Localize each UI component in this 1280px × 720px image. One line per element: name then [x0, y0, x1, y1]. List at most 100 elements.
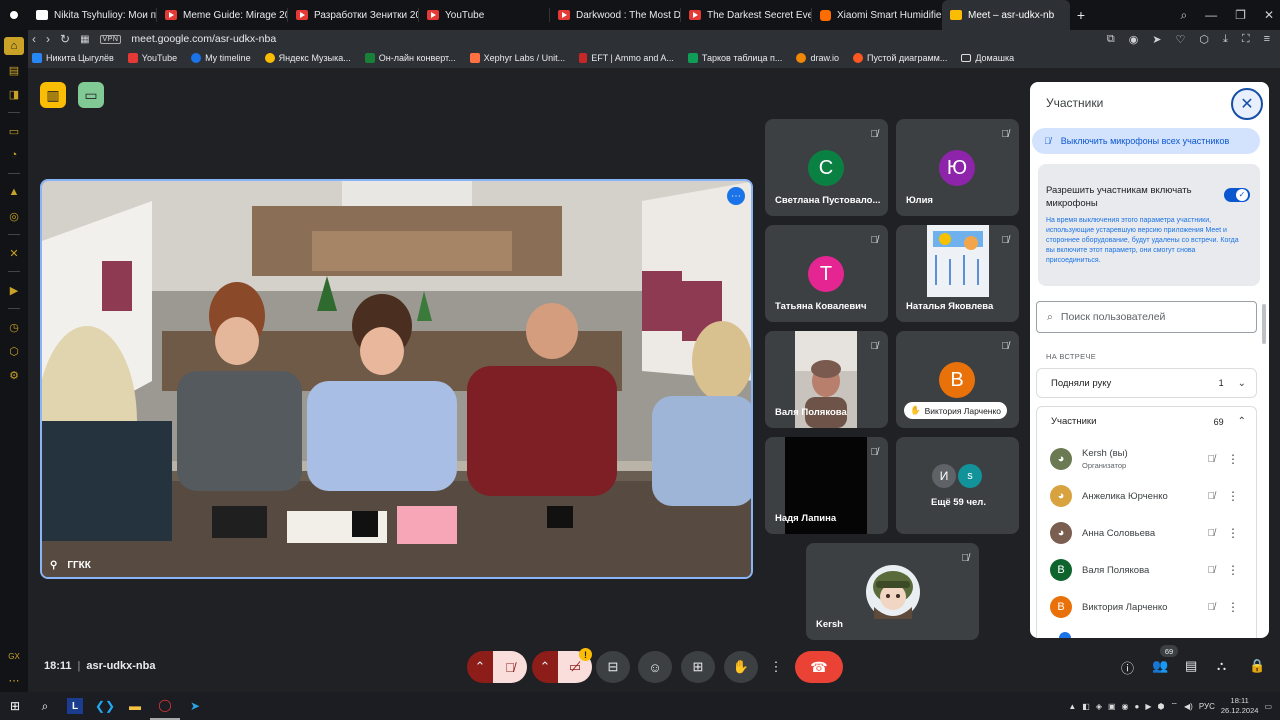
info-icon[interactable]: ⓘ: [1121, 658, 1134, 677]
host-controls-icon[interactable]: 🔒: [1249, 658, 1265, 674]
aria-icon[interactable]: ▲: [0, 180, 28, 204]
mute-all-button[interactable]: 🎙̸ Выключить микрофоны всех участников: [1032, 128, 1260, 154]
cube-icon[interactable]: ⬡: [0, 339, 28, 363]
volume-icon[interactable]: ◀): [1184, 702, 1193, 711]
close-window-button[interactable]: ✕: [1264, 8, 1274, 22]
more-vert-icon[interactable]: ⋮: [1227, 526, 1239, 540]
player-icon[interactable]: ▶: [0, 278, 28, 302]
mic-off-icon[interactable]: 🎙̸: [1208, 528, 1216, 539]
more-vert-icon[interactable]: ⋮: [1227, 563, 1239, 577]
participant-tile[interactable]: 🎙̸ Наталья Яковлева: [896, 225, 1019, 322]
tray-icon[interactable]: ⬢: [1158, 702, 1165, 711]
new-tab-button[interactable]: +: [1070, 0, 1092, 30]
menu-icon[interactable]: ≡: [1264, 33, 1270, 45]
tray-icon[interactable]: ◈: [1096, 702, 1102, 711]
notifications-icon[interactable]: ▭: [1264, 702, 1272, 711]
participant-tile[interactable]: 🎙̸ Ю Юлия: [896, 119, 1019, 216]
reactions-button[interactable]: ☺: [638, 651, 672, 683]
self-tile[interactable]: 🎙̸ Kersh: [806, 543, 979, 640]
tab-5[interactable]: The Darkest Secret Ever F: [681, 0, 811, 30]
meeting-code[interactable]: asr-udkx-nba: [86, 660, 155, 672]
more-icon[interactable]: ⋯: [0, 668, 28, 692]
participant-row[interactable]: В Валя Полякова 🎙̸ ⋮: [1036, 552, 1257, 588]
tab-6[interactable]: Xiaomi Smart Humidifier 2: [812, 0, 942, 30]
more-vert-icon[interactable]: ⋮: [1227, 600, 1239, 614]
heart-icon[interactable]: ♡: [1176, 33, 1186, 46]
vpn-badge[interactable]: VPN: [99, 34, 122, 44]
bookmark-0[interactable]: Никита Цыгулёв: [32, 53, 114, 63]
vscode-icon[interactable]: ❮❯: [90, 692, 120, 720]
camera-icon[interactable]: ◉: [1129, 33, 1139, 46]
people-icon[interactable]: 👥: [1152, 658, 1168, 674]
back-icon[interactable]: ‹: [32, 32, 36, 46]
settings-icon[interactable]: ⚙: [0, 363, 28, 387]
audio-options-button[interactable]: ⌃: [467, 651, 493, 683]
captions-button[interactable]: ⊟: [596, 651, 630, 683]
history-icon[interactable]: ◔: [0, 143, 28, 167]
raise-hand-button[interactable]: ✋: [724, 651, 758, 683]
network-icon[interactable]: ⌔: [1171, 701, 1179, 711]
opera-gx-icon[interactable]: ◯: [150, 692, 180, 720]
bookmark-folder[interactable]: Домашка: [961, 53, 1014, 63]
telegram-icon[interactable]: ➤: [180, 692, 210, 720]
reload-icon[interactable]: ↻: [60, 32, 70, 46]
chat-icon[interactable]: ▤: [1185, 658, 1197, 674]
tab-3[interactable]: YouTube: [419, 0, 549, 30]
file-explorer-icon[interactable]: ▬: [120, 692, 150, 720]
chatgpt-icon[interactable]: ◎: [0, 204, 28, 228]
download-icon[interactable]: ⤓: [1223, 33, 1228, 46]
more-options-button[interactable]: ⋮: [766, 651, 786, 683]
tray-icon[interactable]: ▲: [1068, 702, 1076, 711]
forward-icon[interactable]: ›: [46, 32, 50, 46]
clock-icon[interactable]: ◷: [0, 315, 28, 339]
mic-off-icon[interactable]: 🎙̸: [1208, 565, 1216, 576]
tray-icon[interactable]: ●: [1135, 702, 1140, 711]
participant-tile[interactable]: 🎙̸ В ✋ Виктория Ларченко: [896, 331, 1019, 428]
more-vert-icon[interactable]: ⋮: [1227, 452, 1239, 466]
tray-icon[interactable]: ◉: [1122, 702, 1129, 711]
bookmark-9[interactable]: Пустой диаграмм...: [852, 53, 947, 63]
cube-icon[interactable]: ⬡: [1199, 33, 1209, 46]
bookmark-5[interactable]: Xephyr Labs / Unit...: [469, 53, 565, 63]
windows-start-icon[interactable]: ⊞: [0, 692, 30, 720]
clock[interactable]: 18:11 26.12.2024: [1221, 696, 1259, 716]
opera-menu-button[interactable]: [0, 0, 28, 30]
activities-icon[interactable]: ⛬: [1217, 658, 1226, 674]
more-options-icon[interactable]: ⋯: [727, 187, 745, 205]
news-icon[interactable]: ▭: [0, 119, 28, 143]
participant-tile[interactable]: 🎙̸ Т Татьяна Ковалевич: [765, 225, 888, 322]
mic-off-icon[interactable]: 🎙̸: [1208, 602, 1216, 613]
present-button[interactable]: ⊞: [681, 651, 715, 683]
bookmark-2[interactable]: My timeline: [191, 53, 251, 63]
bookmark-4[interactable]: Он-лайн конверт...: [364, 53, 456, 63]
twitch-icon[interactable]: ◨: [0, 82, 28, 106]
video-options-button[interactable]: ⌃: [532, 651, 558, 683]
participant-row[interactable]: В Виктория Ларченко 🎙̸ ⋮: [1036, 589, 1257, 625]
tray-icon[interactable]: ▶: [1145, 702, 1151, 711]
bookmark-1[interactable]: YouTube: [127, 53, 177, 63]
bookmark-8[interactable]: draw.io: [796, 53, 839, 63]
minimize-button[interactable]: —: [1205, 8, 1217, 22]
tab-4[interactable]: Darkwood : The Most Dist: [550, 0, 680, 30]
app-l-icon[interactable]: L: [60, 692, 90, 720]
home-icon[interactable]: ⌂: [4, 37, 24, 55]
end-call-button[interactable]: ☎: [795, 651, 843, 683]
easy-files-icon[interactable]: ⛶: [1242, 33, 1250, 46]
tray-icon[interactable]: ▣: [1108, 702, 1116, 711]
participant-search-input[interactable]: ⌕ Поиск пользователей: [1036, 301, 1257, 333]
allow-mic-toggle[interactable]: [1224, 188, 1250, 202]
participant-row[interactable]: ◕ Анна Соловьева 🎙̸ ⋮: [1036, 515, 1257, 551]
bookmark-6[interactable]: EFT | Ammo and A...: [579, 53, 674, 63]
gx-icon[interactable]: GX: [0, 644, 28, 668]
bookmark-3[interactable]: Яндекс Музыка...: [264, 53, 351, 63]
participant-tile[interactable]: 🎙̸ Валя Полякова: [765, 331, 888, 428]
shopping-icon[interactable]: ▤: [0, 58, 28, 82]
raised-hands-section[interactable]: Подняли руку 1 ⌄: [1036, 368, 1257, 398]
tray-icon[interactable]: ◧: [1082, 702, 1090, 711]
url-field[interactable]: meet.google.com/asr-udkx-nba: [131, 33, 276, 45]
participant-tile[interactable]: 🎙̸ Надя Лапина: [765, 437, 888, 534]
tab-0[interactable]: Nikita Tsyhulioy: Мои плей: [28, 0, 156, 30]
search-icon[interactable]: ⌕: [30, 692, 60, 720]
mic-off-icon[interactable]: 🎙̸: [1208, 454, 1216, 465]
bookmark-7[interactable]: Тарков таблица п...: [687, 53, 782, 63]
